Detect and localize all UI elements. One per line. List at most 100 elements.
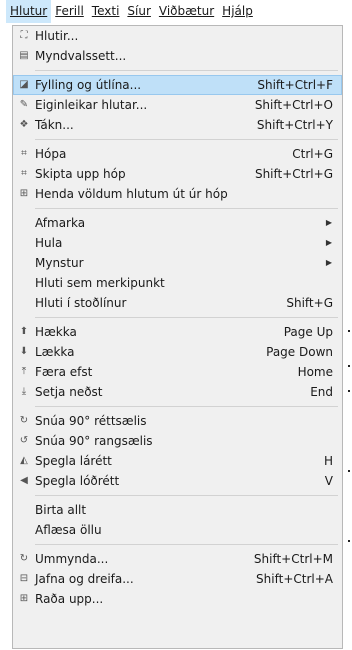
menu-item-label: Afmarka (35, 216, 86, 230)
menu-item-4[interactable]: ✎ Eiginleikar hlutar... Shift+Ctrl+O (13, 95, 342, 115)
menu-bar: Hlutur Ferill Texti Síur Viðbætur Hjálp (0, 0, 352, 23)
menu-separator (35, 139, 338, 140)
rotate-ccw-icon: ↺ (19, 435, 29, 446)
menu-item-5[interactable]: ❖ Tákn... Shift+Ctrl+Y (13, 115, 342, 135)
menu-item-8[interactable]: ⌗ Skipta upp hóp Shift+Ctrl+G (13, 164, 342, 184)
raise-to-top-icon: ⤒ (21, 366, 27, 377)
menu-item-shortcut: H (323, 454, 333, 468)
menu-item-28[interactable]: Aflæsa öllu (13, 520, 342, 540)
menu-item-13[interactable]: Mynstur ▶ (13, 253, 342, 273)
submenu-arrow-icon: ▶ (325, 258, 332, 267)
menu-item-label: Mynstur (35, 256, 84, 270)
canvas-mark (348, 390, 350, 392)
menu-item-20[interactable]: ⤓ Setja neðst End (13, 382, 342, 402)
menu-item-label: Skipta upp hóp (35, 167, 126, 181)
menu-item-shortcut: Shift+Ctrl+G (254, 167, 333, 181)
menu-item-label: Hækka (35, 325, 77, 339)
menu-item-label: Eiginleikar hlutar... (35, 98, 148, 112)
menu-item-0[interactable]: ⛶ Hlutir... (13, 26, 342, 46)
menu-item-shortcut: Shift+G (286, 296, 333, 310)
menu-item-label: Aflæsa öllu (35, 523, 102, 537)
menubar-item-filters[interactable]: Síur (123, 0, 155, 23)
fill-stroke-icon: ◪ (19, 79, 29, 90)
selectors-icon: ▤ (19, 50, 29, 61)
rotate-cw-icon: ↻ (19, 415, 29, 426)
menu-item-32[interactable]: ⊞ Raða upp... (13, 589, 342, 609)
menu-item-shortcut: Page Up (283, 325, 333, 339)
menu-item-22[interactable]: ↻ Snúa 90° réttsælis (13, 411, 342, 431)
pop-from-group-icon: ⊞ (19, 188, 29, 199)
menu-item-shortcut: Shift+Ctrl+A (256, 572, 333, 586)
flip-horizontal-icon: ◭ (20, 455, 28, 466)
transform-icon: ↻ (19, 553, 29, 564)
menu-item-23[interactable]: ↺ Snúa 90° rangsælis (13, 431, 342, 451)
menu-item-shortcut: Shift+Ctrl+O (254, 98, 333, 112)
menu-separator (35, 495, 338, 496)
menu-item-30[interactable]: ↻ Ummynda... Shift+Ctrl+M (13, 549, 342, 569)
menu-item-shortcut: Home (297, 365, 333, 379)
object-dropdown-menu: ⛶ Hlutir... ▤ Myndvalssett... ◪ Fylling og út… (12, 25, 343, 649)
menu-item-9[interactable]: ⊞ Henda völdum hlutum út úr hóp (13, 184, 342, 204)
lower-icon: ⬇ (19, 346, 29, 357)
menu-item-12[interactable]: Hula ▶ (13, 233, 342, 253)
menu-item-1[interactable]: ▤ Myndvalssett... (13, 46, 342, 66)
menubar-item-help[interactable]: Hjálp (218, 0, 257, 23)
menu-item-14[interactable]: Hluti sem merkipunkt (13, 273, 342, 293)
menu-separator (35, 544, 338, 545)
menu-item-19[interactable]: ⤒ Færa efst Home (13, 362, 342, 382)
menu-item-shortcut: Ctrl+G (292, 147, 333, 161)
ungroup-icon: ⌗ (21, 168, 27, 179)
submenu-arrow-icon: ▶ (325, 238, 332, 247)
menu-item-label: Hula (35, 236, 63, 250)
menu-item-label: Henda völdum hlutum út úr hóp (35, 187, 228, 201)
menubar-item-object[interactable]: Hlutur (6, 0, 52, 23)
menu-item-label: Ummynda... (35, 552, 109, 566)
menu-item-11[interactable]: Afmarka ▶ (13, 213, 342, 233)
menu-item-shortcut: End (310, 385, 333, 399)
menubar-item-text[interactable]: Texti (88, 0, 124, 23)
menu-item-label: Lækka (35, 345, 75, 359)
submenu-arrow-icon: ▶ (325, 218, 332, 227)
menu-item-label: Jafna og dreifa... (35, 572, 134, 586)
menu-item-31[interactable]: ⊟ Jafna og dreifa... Shift+Ctrl+A (13, 569, 342, 589)
flip-vertical-icon: ◀ (20, 475, 28, 486)
canvas-mark (348, 540, 350, 542)
menu-item-label: Spegla lóðrétt (35, 474, 120, 488)
menu-separator (35, 70, 338, 71)
menu-item-label: Færa efst (35, 365, 93, 379)
menu-item-label: Snúa 90° réttsælis (35, 414, 147, 428)
menu-item-label: Hluti í stoðlínur (35, 296, 127, 310)
menu-item-label: Setja neðst (35, 385, 103, 399)
menubar-item-extensions[interactable]: Viðbætur (155, 0, 218, 23)
menu-item-shortcut: V (324, 474, 333, 488)
menu-item-27[interactable]: Birta allt (13, 500, 342, 520)
menu-separator (35, 406, 338, 407)
lower-to-bottom-icon: ⤓ (21, 386, 27, 397)
menu-item-shortcut: Shift+Ctrl+Y (256, 118, 333, 132)
menu-item-18[interactable]: ⬇ Lækka Page Down (13, 342, 342, 362)
raise-icon: ⬆ (19, 326, 29, 337)
menu-item-label: Raða upp... (35, 592, 104, 606)
canvas-edge (344, 30, 352, 650)
menu-item-24[interactable]: ◭ Spegla lárétt H (13, 451, 342, 471)
menu-item-label: Fylling og útlína... (35, 78, 142, 92)
menu-item-label: Snúa 90° rangsælis (35, 434, 153, 448)
canvas-mark (348, 365, 350, 367)
menu-item-label: Myndvalssett... (35, 49, 127, 63)
object-properties-icon: ✎ (19, 99, 29, 110)
menu-item-25[interactable]: ◀ Spegla lóðrétt V (13, 471, 342, 491)
menu-item-shortcut: Page Down (266, 345, 333, 359)
menu-item-7[interactable]: ⌗ Hópa Ctrl+G (13, 144, 342, 164)
canvas-mark (348, 470, 350, 472)
group-icon: ⌗ (21, 148, 27, 159)
menu-item-15[interactable]: Hluti í stoðlínur Shift+G (13, 293, 342, 313)
symbols-icon: ❖ (19, 119, 29, 130)
canvas-mark (348, 330, 350, 332)
menu-item-label: Hlutir... (35, 29, 79, 43)
menu-item-label: Hluti sem merkipunkt (35, 276, 165, 290)
menu-item-17[interactable]: ⬆ Hækka Page Up (13, 322, 342, 342)
menubar-item-path[interactable]: Ferill (51, 0, 88, 23)
menu-item-3[interactable]: ◪ Fylling og útlína... Shift+Ctrl+F (13, 75, 342, 95)
menu-item-shortcut: Shift+Ctrl+F (257, 78, 333, 92)
menu-item-label: Spegla lárétt (35, 454, 112, 468)
